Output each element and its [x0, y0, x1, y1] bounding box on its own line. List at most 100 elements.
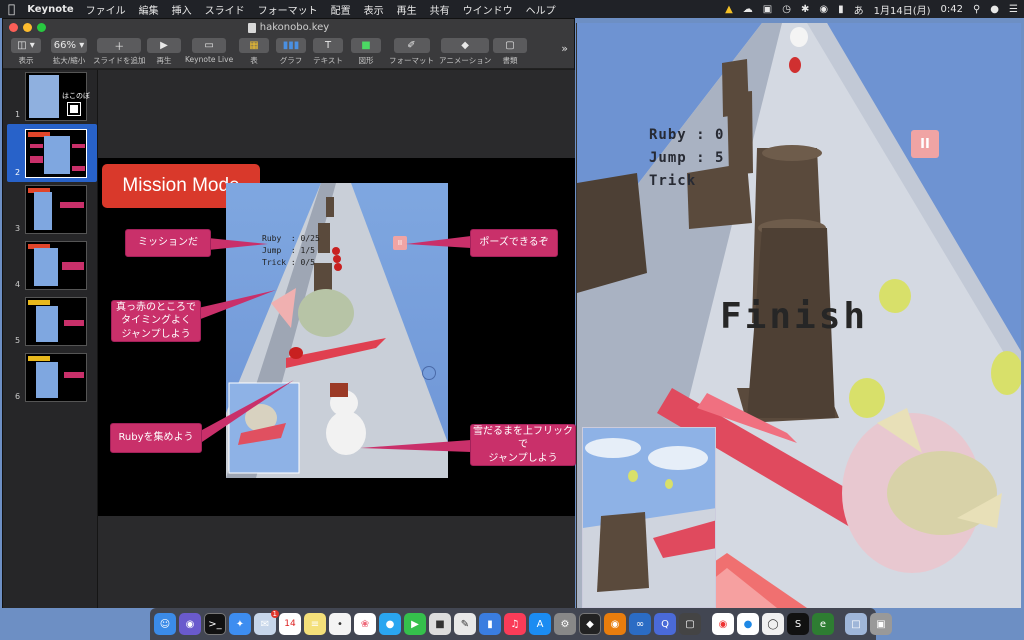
slide-thumbnail-4[interactable]	[25, 241, 87, 290]
calendar-icon[interactable]: 14	[279, 613, 301, 635]
menu-time[interactable]: 0:42	[941, 4, 963, 15]
menu-window[interactable]: ウインドウ	[463, 2, 513, 17]
game-pause-button[interactable]: II	[911, 130, 939, 158]
slide-thumbnail-2[interactable]	[25, 129, 87, 178]
slide-thumbnail-6[interactable]	[25, 353, 87, 402]
music-icon[interactable]: ♫	[504, 613, 526, 635]
play-icon[interactable]: ▶	[147, 38, 181, 53]
menu-view[interactable]: 表示	[364, 2, 384, 17]
battery-icon[interactable]: ▮	[838, 4, 844, 15]
callout-pause[interactable]: ポーズできるぞ	[470, 229, 558, 257]
quicktime-icon[interactable]: Q	[654, 613, 676, 635]
format-brush-icon[interactable]: ✐	[393, 38, 430, 53]
cloud-icon[interactable]: ☁	[743, 4, 753, 15]
terminal-icon[interactable]: >_	[204, 613, 226, 635]
close-window-button[interactable]	[9, 23, 18, 32]
shape-icon[interactable]: ■	[351, 38, 381, 53]
add-slide-icon[interactable]: ＋	[97, 38, 142, 53]
menu-play[interactable]: 再生	[397, 2, 417, 17]
unity-icon[interactable]: ◆	[579, 613, 601, 635]
callout-ruby[interactable]: Rubyを集めよう	[110, 423, 202, 453]
format-tool[interactable]: ✐ フォーマット	[389, 38, 434, 66]
mail-icon[interactable]: ✉ 1	[254, 610, 279, 635]
callout-mission[interactable]: ミッションだ	[125, 229, 211, 257]
slide-canvas[interactable]: Mission Mode Ruby: 0/25 Jump: 1/5 Tric…	[98, 70, 576, 608]
keynote-live-tool[interactable]: ▭ Keynote Live	[185, 38, 233, 64]
menu-app-name[interactable]: Keynote	[27, 4, 73, 15]
photos-icon[interactable]: ❀	[354, 613, 376, 635]
visual-studio-icon[interactable]: ∞	[629, 613, 651, 635]
menu-share[interactable]: 共有	[430, 2, 450, 17]
time-machine-icon[interactable]: ◷	[782, 4, 791, 15]
downloads-stack-icon[interactable]: □	[845, 613, 867, 635]
slide-number: 3	[15, 224, 21, 233]
keynote-live-icon[interactable]: ▭	[192, 38, 227, 53]
notification-center-icon[interactable]: ☰	[1009, 4, 1018, 15]
menu-insert[interactable]: 挿入	[172, 2, 192, 17]
menu-file[interactable]: ファイル	[86, 2, 126, 17]
siri-dock-icon[interactable]: ◉	[179, 613, 201, 635]
notes-icon[interactable]: ≡	[304, 613, 326, 635]
keynote-dock-icon[interactable]: ▮	[479, 613, 501, 635]
messages-icon[interactable]: ●	[379, 613, 401, 635]
menu-help[interactable]: ヘルプ	[526, 2, 556, 17]
sequel-icon[interactable]: ▢	[679, 613, 701, 635]
chart-tool[interactable]: ▮▮▮ グラフ	[276, 38, 306, 66]
slide-thumbnail-5[interactable]	[25, 297, 87, 346]
safari-icon[interactable]: ✦	[229, 613, 251, 635]
game-simulator-window[interactable]: Ruby : 0 Jump : 5 Trick II Finish	[576, 23, 1021, 608]
menu-slide[interactable]: スライド	[205, 2, 245, 17]
facetime-icon[interactable]: ▶	[404, 613, 426, 635]
wifi-icon[interactable]: ◉	[819, 4, 828, 15]
slide-thumbnail-1[interactable]: はこのぼ	[25, 72, 90, 121]
text-tool[interactable]: T テキスト	[313, 38, 343, 66]
animate-icon[interactable]: ◆	[441, 38, 490, 53]
bluetooth-icon[interactable]: ✱	[801, 4, 809, 15]
slide-thumbnail-3[interactable]	[25, 185, 87, 234]
input-method-icon[interactable]: あ	[854, 2, 864, 17]
zoom-select[interactable]: 66% ▾	[51, 38, 87, 53]
app-store-icon[interactable]: A	[529, 613, 551, 635]
view-tool[interactable]: ◫ ▾ 表示	[11, 38, 41, 66]
animate-tool[interactable]: ◆ アニメーション	[439, 38, 491, 66]
evernote-icon[interactable]: e	[812, 613, 834, 635]
trash-icon[interactable]: ▣	[870, 613, 892, 635]
play-tool[interactable]: ▶ 再生	[147, 38, 181, 66]
document-tool[interactable]: ▢ 書類	[493, 38, 527, 66]
current-slide[interactable]: Mission Mode Ruby: 0/25 Jump: 1/5 Tric…	[98, 158, 576, 516]
callout-snowman[interactable]: 雪だるまを上フリックで ジャンプしよう	[470, 424, 576, 466]
shape-tool[interactable]: ■ 図形	[351, 38, 381, 66]
siri-icon[interactable]: ●	[990, 4, 999, 15]
blender-icon[interactable]: ◉	[604, 613, 626, 635]
document-panel-icon[interactable]: ▢	[493, 38, 527, 53]
globe-app-icon[interactable]: ◯	[762, 613, 784, 635]
menu-edit[interactable]: 編集	[139, 2, 159, 17]
add-slide-tool[interactable]: ＋ スライドを追加	[93, 38, 146, 66]
display-icon[interactable]: ▣	[763, 4, 772, 15]
finder-icon[interactable]: ☺	[154, 613, 176, 635]
toolbar-overflow-icon[interactable]: »	[561, 42, 568, 55]
spotlight-search-icon[interactable]: ⚲	[973, 4, 980, 15]
apple-menu-icon[interactable]: 	[8, 2, 15, 16]
maps-pin-icon[interactable]: ●	[737, 613, 759, 635]
fullscreen-window-button[interactable]	[37, 23, 46, 32]
table-tool[interactable]: ▦ 表	[239, 38, 269, 66]
text-icon[interactable]: T	[313, 38, 343, 53]
minimize-window-button[interactable]	[23, 23, 32, 32]
menu-format[interactable]: フォーマット	[258, 2, 318, 17]
reminders-icon[interactable]: •	[329, 613, 351, 635]
menu-arrange[interactable]: 配置	[331, 2, 351, 17]
zoom-tool[interactable]: 66% ▾ 拡大/縮小	[51, 38, 87, 66]
chart-icon[interactable]: ▮▮▮	[276, 38, 306, 53]
system-preferences-icon[interactable]: ⚙	[554, 613, 576, 635]
warning-icon[interactable]: ▲	[725, 4, 733, 15]
chrome-icon[interactable]: ◉	[712, 613, 734, 635]
contacts-icon[interactable]: ■	[429, 613, 451, 635]
menu-date[interactable]: 1月14日(月)	[874, 2, 931, 17]
slack-icon[interactable]: S	[787, 613, 809, 635]
window-titlebar[interactable]: hakonobo.key	[3, 19, 574, 36]
sidebar-view-icon[interactable]: ◫ ▾	[11, 38, 41, 53]
pages-icon[interactable]: ✎	[454, 613, 476, 635]
callout-timing-jump[interactable]: 真っ赤のところで タイミングよく ジャンプしよう	[111, 300, 201, 342]
table-icon[interactable]: ▦	[239, 38, 269, 53]
